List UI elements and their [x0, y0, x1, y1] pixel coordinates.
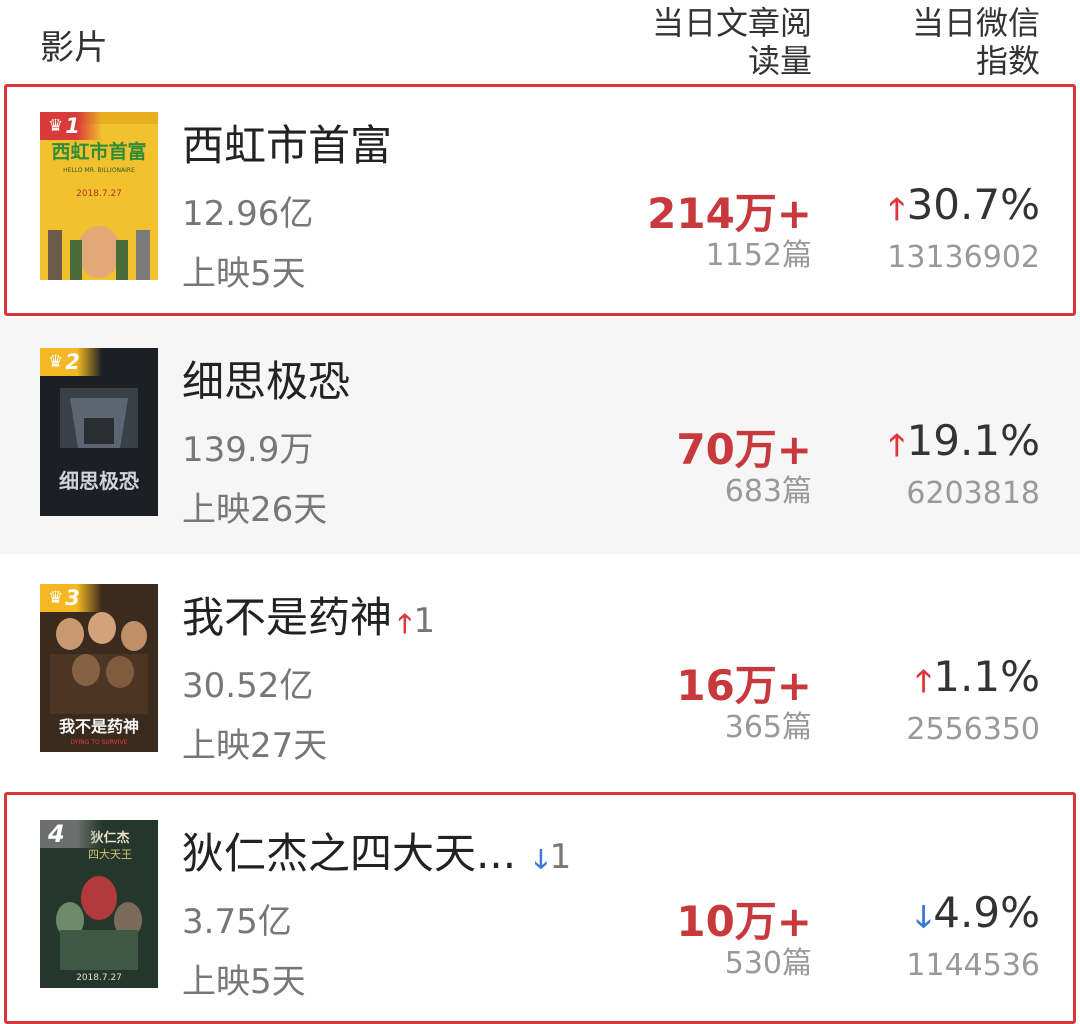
movie-title: 狄仁杰之四大天... [182, 829, 517, 878]
box-office: 12.96亿 [182, 194, 314, 234]
wechat-change: 🡑 30.7% [820, 180, 1040, 238]
article-count: 530篇 [724, 946, 812, 981]
wechat-change-value: 4.9% [933, 888, 1040, 937]
crown-icon: ♛ [48, 588, 64, 608]
wechat-change: 🡓 4.9% [820, 888, 1040, 946]
movie-row-3[interactable]: 我不是药神 DYING TO SURVIVE ♛ 3 我不是药神 🡑 1 30.52… [0, 554, 1080, 790]
movie-row-1[interactable]: 西虹市首富 HELLO MR. BILLIONAIRE 2018.7.27 ♛ 1… [0, 82, 1080, 318]
rank-badge: ♛ 1 [40, 112, 102, 140]
crown-icon: ♛ [48, 116, 64, 136]
rank-number: 2 [65, 350, 80, 374]
arrow-up-icon: 🡑 [888, 428, 905, 463]
poster-date: 2018.7.27 [76, 973, 122, 983]
article-count: 1152篇 [705, 238, 812, 273]
days-released: 上映26天 [182, 490, 328, 530]
days-released: 上映27天 [182, 726, 328, 766]
header-daily-wechat-index[interactable]: 当日微信 指数 [880, 4, 1040, 80]
poster-title: 西虹市首富 [51, 140, 146, 163]
header-daily-article-reads-line2: 读量 [747, 42, 812, 80]
wechat-change: 🡑 1.1% [820, 652, 1040, 710]
rank-badge: 4 [40, 820, 102, 848]
days-released: 上映5天 [182, 254, 306, 294]
wechat-index: 1144536 [906, 948, 1040, 983]
movie-poster: 狄仁杰 四大天王 2018.7.27 4 [40, 820, 158, 988]
movie-title: 细思极恐 [182, 357, 351, 406]
wechat-change-value: 1.1% [933, 652, 1040, 701]
wechat-change-value: 19.1% [906, 416, 1040, 465]
header-daily-wechat-index-line2: 指数 [975, 42, 1040, 80]
movie-poster: 我不是药神 DYING TO SURVIVE ♛ 3 [40, 584, 158, 752]
rank-number: 1 [65, 114, 80, 138]
movie-title: 我不是药神 [182, 593, 393, 642]
days-released: 上映5天 [182, 962, 306, 1002]
movie-title: 西虹市首富 [182, 121, 393, 170]
header-daily-wechat-index-line1: 当日微信 [911, 4, 1040, 42]
rank-change-value: 1 [413, 601, 436, 641]
article-count: 683篇 [724, 474, 812, 509]
wechat-index: 13136902 [887, 240, 1040, 275]
table-header: 影片 当日文章阅 读量 当日微信 指数 [0, 0, 1080, 82]
box-office: 30.52亿 [182, 666, 314, 706]
wechat-change-value: 30.7% [906, 180, 1040, 229]
movie-poster: 西虹市首富 HELLO MR. BILLIONAIRE 2018.7.27 ♛ 1 [40, 112, 158, 280]
poster-subtitle: DYING TO SURVIVE [71, 739, 128, 746]
poster-subtitle: HELLO MR. BILLIONAIRE [63, 167, 135, 174]
poster-subtitle: 四大天王 [88, 847, 132, 861]
wechat-change: 🡑 19.1% [820, 416, 1040, 474]
wechat-index: 6203818 [906, 476, 1040, 511]
arrow-down-icon: 🡓 [915, 900, 932, 935]
article-count: 365篇 [724, 710, 812, 745]
movie-poster: 细思极恐 ♛ 2 [40, 348, 158, 516]
poster-title: 我不是药神 [59, 717, 139, 736]
rank-change-value: 1 [549, 837, 572, 877]
rank-number: 4 [48, 820, 65, 848]
box-office: 3.75亿 [182, 902, 292, 942]
wechat-index: 2556350 [906, 712, 1040, 747]
poster-date: 2018.7.27 [76, 189, 122, 199]
header-daily-article-reads-line1: 当日文章阅 [651, 4, 812, 42]
rank-badge: ♛ 2 [40, 348, 102, 376]
rank-change: 🡑 1 [398, 601, 435, 649]
movie-row-2[interactable]: 细思极恐 ♛ 2 细思极恐 139.9万 上映26天 70万+ 683篇 🡑 19.… [0, 318, 1080, 554]
box-office: 139.9万 [182, 430, 314, 470]
header-film: 影片 [40, 28, 108, 68]
arrow-up-icon: 🡑 [888, 192, 905, 227]
arrow-up-icon: 🡑 [398, 609, 412, 639]
poster-title: 细思极恐 [59, 469, 139, 493]
rank-number: 3 [65, 586, 80, 610]
rank-badge: ♛ 3 [40, 584, 102, 612]
movie-row-4[interactable]: 狄仁杰 四大天王 2018.7.27 4 狄仁杰之四大天... 🡓 1 3.75亿… [0, 790, 1080, 1024]
arrow-down-icon: 🡓 [534, 845, 548, 875]
crown-icon: ♛ [48, 352, 64, 372]
arrow-up-icon: 🡑 [915, 664, 932, 699]
rank-change: 🡓 1 [534, 837, 571, 885]
header-daily-article-reads[interactable]: 当日文章阅 读量 [620, 4, 812, 80]
